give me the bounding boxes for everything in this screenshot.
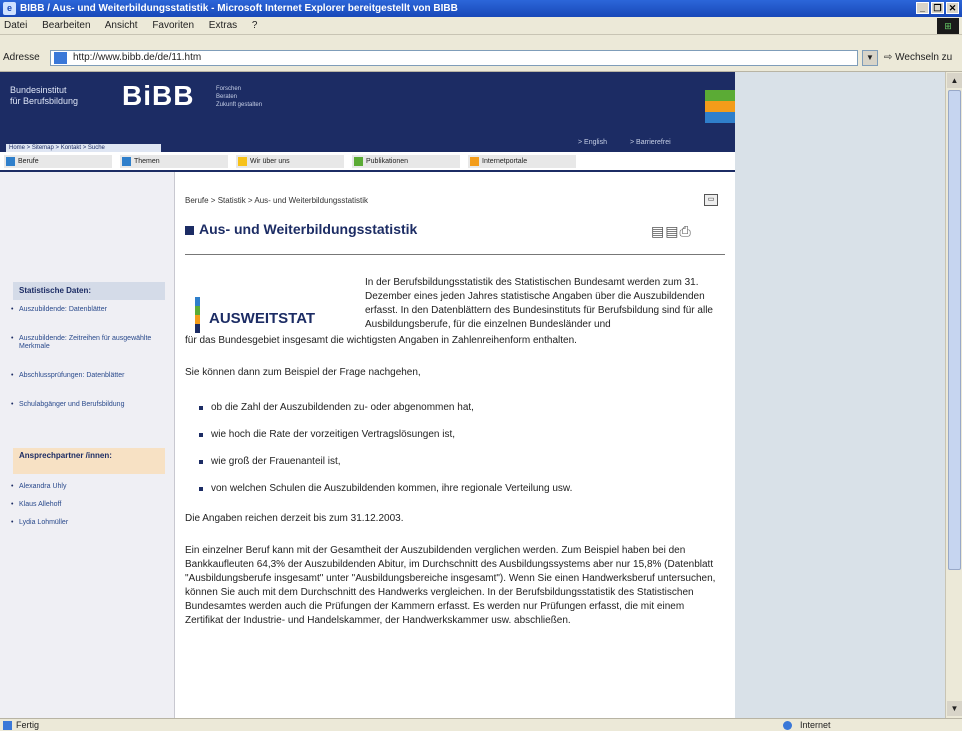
contact-link[interactable]: Klaus Allehoff [11,501,159,509]
logo-bar [195,315,200,324]
nav-color-square [470,157,479,166]
menu-help[interactable]: ? [252,20,258,31]
nav-item-internetportale[interactable]: Internetportale [468,155,576,168]
brand-bar-green [705,90,735,101]
ausweitstat-text: AUSWEITSTAT [209,310,316,327]
stat-data-title: Statistische Daten: [13,282,165,300]
main-content: Berufe > Statistik > Aus- und Weiterbild… [185,172,725,718]
nav-label: Themen [134,158,160,165]
print-version-icon[interactable]: ▤ [651,223,665,239]
browser-viewport: Bundesinstitut für Berufsbildung BiBB Fo… [0,72,945,718]
bibb-logo[interactable]: BiBB [122,80,194,112]
address-bar: Adresse http://www.bibb.de/de/11.htm ▼ ⇨… [0,35,962,72]
nav-label: Berufe [18,158,39,165]
scroll-thumb[interactable] [948,90,961,570]
maximize-button[interactable]: ❐ [931,2,944,14]
nav-color-square [238,157,247,166]
contact-link[interactable]: Lydia Lohmüller [11,519,159,527]
bullet-item: wie hoch die Rate der vorzeitigen Vertra… [199,428,721,442]
status-text: Fertig [16,720,40,730]
brand-bar-navy [705,123,735,134]
breadcrumb[interactable]: Berufe > Statistik > Aus- und Weiterbild… [185,194,368,207]
nav-label: Publikationen [366,158,409,165]
window-controls: _ ❐ ✕ [916,2,959,14]
logo-bar [195,297,200,306]
scroll-up-button[interactable]: ▲ [947,73,962,88]
page-icon [54,52,67,64]
menu-tools[interactable]: Extras [209,20,237,31]
window-title: BIBB / Aus- und Weiterbildungsstatistik … [20,3,458,14]
left-sidebar: Statistische Daten: Auszubildende: Daten… [0,172,175,718]
minimize-button[interactable]: _ [916,2,929,14]
bullet-item: ob die Zahl der Auszubildenden zu- oder … [199,401,721,415]
brand-color-bars [705,90,735,134]
site-tagline: Forschen Beraten Zukunft gestalten [216,86,263,108]
page-title: Aus- und Weiterbildungsstatistik [199,221,418,237]
page-tools: ▤▤⎙ [651,223,692,239]
accessibility-link[interactable]: > Barrierefrei [630,139,671,146]
lang-english-link[interactable]: > English [578,139,607,146]
menu-favorites[interactable]: Favoriten [152,20,194,31]
address-dropdown-button[interactable]: ▼ [862,50,878,66]
go-label: Wechseln zu [895,52,953,63]
menu-bar: Datei Bearbeiten Ansicht Favoriten Extra… [0,17,962,35]
sidebar-link-zeitreihen[interactable]: Auszubildende: Zeitreihen für ausgewählt… [11,335,159,351]
nav-item-wir-ueber-uns[interactable]: Wir über uns [236,155,344,168]
logo-color-bars [195,297,200,333]
address-label: Adresse [3,52,40,63]
security-zone: Internet [800,720,831,730]
menu-edit[interactable]: Bearbeiten [42,20,90,31]
question-text: Sie können dann zum Beispiel der Frage n… [185,367,421,378]
sidebar-link-abschlusspruefungen[interactable]: Abschlussprüfungen: Datenblätter [11,372,159,380]
internet-zone-icon [783,721,792,730]
site-header: Bundesinstitut für Berufsbildung BiBB Fo… [0,72,735,152]
nav-color-square [122,157,131,166]
menu-view[interactable]: Ansicht [105,20,138,31]
status-page-icon [3,721,12,730]
ausweitstat-logo: AUSWEITSTAT [195,297,360,337]
address-input[interactable]: http://www.bibb.de/de/11.htm [50,50,858,66]
body-paragraph: Ein einzelner Beruf kann mit der Gesamth… [185,545,716,626]
main-nav: Berufe Themen Wir über uns Publikationen… [0,152,735,172]
nav-label: Wir über uns [250,158,290,165]
contacts-title: Ansprechpartner /innen: [13,448,165,474]
status-bar: Fertig Internet [0,718,962,731]
printer-icon[interactable]: ⎙ [679,223,691,239]
nav-color-square [354,157,363,166]
nav-item-publikationen[interactable]: Publikationen [352,155,460,168]
institute-name: Bundesinstitut für Berufsbildung [10,85,79,106]
brand-bar-orange [705,101,735,112]
nav-color-square [6,157,15,166]
address-url: http://www.bibb.de/de/11.htm [73,52,202,63]
contact-link[interactable]: Alexandra Uhly [11,483,159,491]
bullet-item: von welchen Schulen die Auszubildenden k… [199,482,721,496]
service-nav-tab[interactable]: Home > Sitemap > Kontakt > Suche [6,144,161,152]
sidebar-link-schulabgaenger[interactable]: Schulabgänger und Berufsbildung [11,401,159,409]
logo-bar [195,306,200,315]
nav-label: Internetportale [482,158,528,165]
close-button[interactable]: ✕ [946,2,959,14]
title-square-icon [185,226,194,235]
window-titlebar: e BIBB / Aus- und Weiterbildungsstatisti… [0,0,962,17]
page-background-right [735,72,945,718]
menu-file[interactable]: Datei [4,20,27,31]
mail-icon[interactable]: ▤ [665,223,679,239]
print-icon[interactable]: ▭ [704,194,718,206]
scroll-down-button[interactable]: ▼ [947,701,962,716]
sidebar-link-datenblaetter[interactable]: Auszubildende: Datenblätter [11,306,159,314]
bullet-item: wie groß der Frauenanteil ist, [199,455,721,469]
nav-item-themen[interactable]: Themen [120,155,228,168]
windows-logo-icon: ⊞ [937,18,959,34]
divider [185,254,725,255]
logo-bar [195,324,200,333]
nav-item-berufe[interactable]: Berufe [4,155,112,168]
ie-logo-icon: e [3,2,16,15]
brand-bar-blue [705,112,735,123]
vertical-scrollbar[interactable]: ▲ ▼ [945,72,962,718]
intro-text: In der Berufsbildungsstatistik des Stati… [365,277,713,330]
go-arrow-icon: ⇨ [884,52,893,63]
intro-continued: für das Bundesgebiet insgesamt die wicht… [185,335,577,346]
go-button[interactable]: ⇨ Wechseln zu [884,52,952,63]
data-range-text: Die Angaben reichen derzeit bis zum 31.1… [185,513,404,524]
